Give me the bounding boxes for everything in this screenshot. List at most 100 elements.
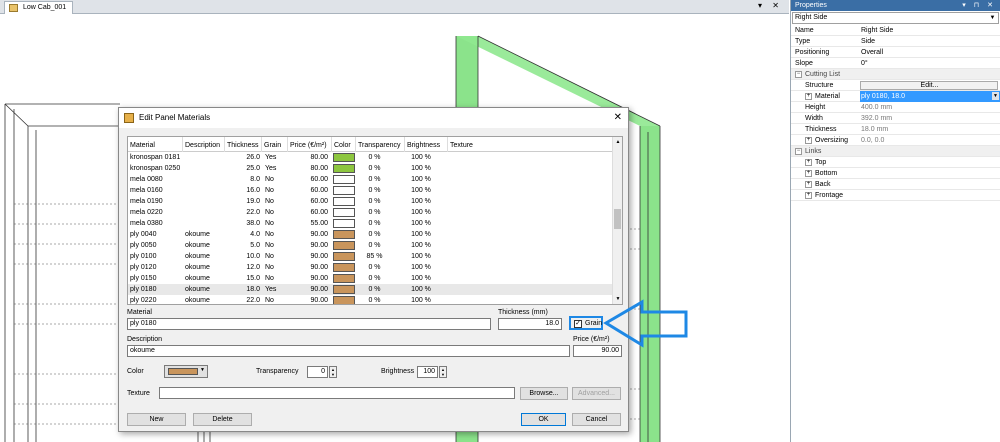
object-selector[interactable]: Right Side ▼ [792, 12, 999, 24]
browse-button[interactable]: Browse... [520, 387, 568, 400]
expand-icon[interactable]: + [805, 136, 812, 144]
new-button[interactable]: New [127, 413, 186, 426]
property-row-type[interactable]: Type Side [791, 36, 1000, 47]
link-row-top[interactable]: + Top [791, 157, 1000, 168]
color-swatch [168, 368, 198, 375]
expand-icon[interactable]: + [805, 180, 812, 188]
property-value[interactable]: Overall [860, 47, 1000, 58]
cancel-button[interactable]: Cancel [572, 413, 621, 426]
thickness-input[interactable]: 18.0 [498, 318, 562, 330]
ok-button[interactable]: OK [521, 413, 566, 426]
cell-brightness: 100 % [411, 176, 431, 183]
link-row-frontage[interactable]: + Frontage [791, 190, 1000, 201]
cell-description [185, 207, 225, 218]
cell-grain: Yes [265, 154, 277, 161]
property-key: Type [795, 38, 811, 45]
expand-icon[interactable]: + [805, 158, 812, 166]
close-icon[interactable]: ✕ [614, 108, 622, 128]
transparency-input[interactable]: 0 [307, 366, 328, 378]
structure-edit-button[interactable]: Edit... [860, 81, 998, 90]
property-row-positioning[interactable]: Positioning Overall [791, 47, 1000, 58]
property-value[interactable]: Side [860, 36, 1000, 47]
document-tab[interactable]: Low Cab_001 [4, 1, 74, 14]
cell-thickness: 38.0 [246, 220, 260, 227]
column-header-description[interactable]: Description [183, 137, 225, 152]
properties-title-bar: Properties ▾ ⊓ ✕ [791, 0, 1000, 11]
table-row[interactable]: mela 0190 19.0 No 60.00 0 % 100 % [128, 196, 613, 207]
texture-input[interactable] [159, 387, 515, 399]
table-row[interactable]: kronospan 0181 26.0 Yes 80.00 0 % 100 % [128, 152, 613, 163]
property-row-width[interactable]: Width 392.0 mm [791, 113, 1000, 124]
delete-button[interactable]: Delete [193, 413, 252, 426]
transparency-stepper[interactable]: ▲ ▼ [329, 366, 337, 378]
column-header-price[interactable]: Price (€/m²) [288, 137, 332, 152]
chevron-down-icon[interactable]: ▼ [988, 13, 997, 23]
material-dropdown[interactable]: ply 0180, 18.0 ▼ [860, 91, 1000, 102]
advanced-button[interactable]: Advanced... [572, 387, 621, 400]
scroll-thumb[interactable] [614, 209, 621, 229]
column-header-grain[interactable]: Grain [262, 137, 288, 152]
property-row-slope[interactable]: Slope 0° [791, 58, 1000, 69]
category-links[interactable]: − Links [791, 146, 1000, 157]
link-row-bottom[interactable]: + Bottom [791, 168, 1000, 179]
property-key: Structure [805, 82, 834, 89]
property-value[interactable]: Right Side [860, 25, 1000, 36]
cell-price: 80.00 [310, 154, 328, 161]
scroll-up-icon[interactable]: ▲ [613, 137, 622, 147]
column-header-material[interactable]: Material [128, 137, 183, 152]
close-icon[interactable]: ✕ [772, 1, 783, 10]
expand-icon[interactable]: + [805, 92, 812, 100]
color-picker-button[interactable]: ▼ [164, 365, 208, 378]
cell-description: okoume [185, 275, 210, 282]
property-row-name[interactable]: Name Right Side [791, 25, 1000, 36]
material-input[interactable]: ply 0180 [127, 318, 491, 330]
column-header-transparency[interactable]: Transparency [356, 137, 405, 152]
property-key: Width [805, 115, 823, 122]
grain-checkbox[interactable]: ✓ [574, 320, 582, 328]
table-row[interactable]: ply 0220 okoume 22.0 No 90.00 0 % 100 % [128, 295, 613, 304]
chevron-down-icon[interactable]: ▾ [758, 1, 766, 10]
property-row-structure[interactable]: Structure Edit... [791, 80, 1000, 91]
material-dropdown-value: ply 0180, 18.0 [861, 93, 905, 100]
table-row[interactable]: kronospan 0250 25.0 Yes 80.00 0 % 100 % [128, 163, 613, 174]
brightness-input[interactable]: 100 [417, 366, 438, 378]
table-row[interactable]: ply 0040 okoume 4.0 No 90.00 0 % 100 % [128, 229, 613, 240]
vertical-scrollbar[interactable]: ▲ ▼ [612, 137, 622, 304]
description-input[interactable]: okoume [127, 345, 570, 357]
table-row[interactable]: mela 0220 22.0 No 60.00 0 % 100 % [128, 207, 613, 218]
cell-material: kronospan 0250 [130, 165, 181, 172]
column-header-texture[interactable]: Texture [448, 137, 508, 152]
table-row[interactable]: mela 0380 38.0 No 55.00 0 % 100 % [128, 218, 613, 229]
table-row[interactable]: mela 0160 16.0 No 60.00 0 % 100 % [128, 185, 613, 196]
cell-description [185, 218, 225, 229]
expand-icon[interactable]: + [805, 191, 812, 199]
collapse-icon[interactable]: − [795, 70, 802, 78]
table-row[interactable]: ply 0050 okoume 5.0 No 90.00 0 % 100 % [128, 240, 613, 251]
table-row[interactable]: ply 0150 okoume 15.0 No 90.00 0 % 100 % [128, 273, 613, 284]
cell-thickness: 19.0 [246, 198, 260, 205]
property-row-thickness[interactable]: Thickness 18.0 mm [791, 124, 1000, 135]
brightness-stepper[interactable]: ▲ ▼ [439, 366, 447, 378]
table-row[interactable]: ply 0100 okoume 10.0 No 90.00 85 % 100 % [128, 251, 613, 262]
cell-transparency: 0 % [368, 198, 381, 205]
property-row-material[interactable]: + Material ply 0180, 18.0 ▼ [791, 91, 1000, 102]
table-row[interactable]: mela 0080 8.0 No 60.00 0 % 100 % [128, 174, 613, 185]
column-header-thickness[interactable]: Thickness [225, 137, 262, 152]
materials-table[interactable]: Material Description Thickness Grain Pri… [127, 136, 623, 305]
property-row-height[interactable]: Height 400.0 mm [791, 102, 1000, 113]
column-header-brightness[interactable]: Brightness [405, 137, 448, 152]
collapse-icon[interactable]: − [795, 147, 802, 155]
category-cutting-list[interactable]: − Cutting List [791, 69, 1000, 80]
cell-description [185, 196, 225, 207]
chevron-down-icon[interactable]: ▼ [992, 92, 999, 100]
property-row-oversizing[interactable]: + Oversizing 0.0, 0.0 [791, 135, 1000, 146]
table-row[interactable]: ply 0180 okoume 18.0 Yes 90.00 0 % 100 % [128, 284, 613, 295]
table-row[interactable]: ply 0120 okoume 12.0 No 90.00 0 % 100 % [128, 262, 613, 273]
property-value[interactable]: 0° [860, 58, 1000, 69]
column-header-color[interactable]: Color [332, 137, 356, 152]
category-label: Cutting List [805, 71, 841, 78]
link-row-back[interactable]: + Back [791, 179, 1000, 190]
cell-transparency: 0 % [368, 242, 381, 249]
expand-icon[interactable]: + [805, 169, 812, 177]
panel-window-controls[interactable]: ▾ ⊓ ✕ [962, 0, 996, 11]
